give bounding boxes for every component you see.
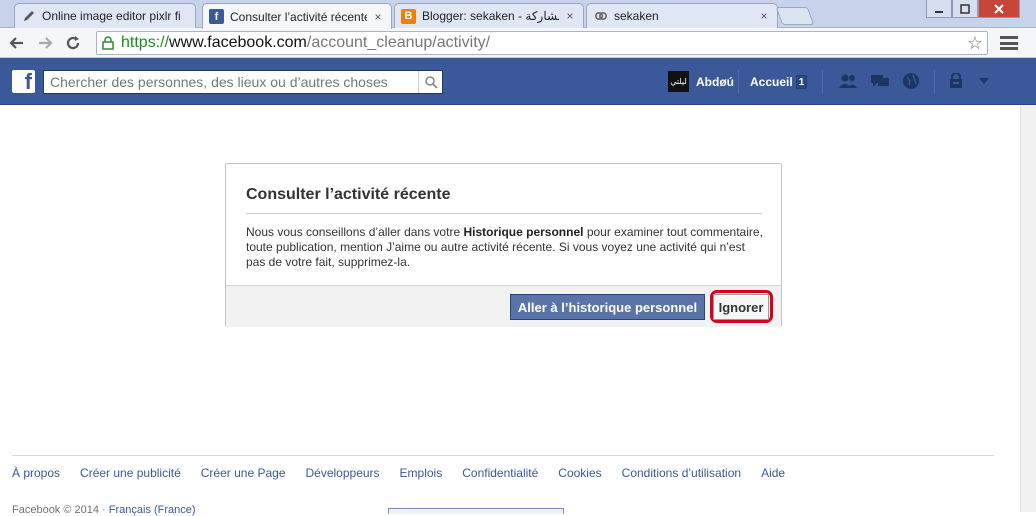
tab-title: Online image editor pixlr fi bbox=[42, 9, 181, 23]
footer-link-cookies[interactable]: Cookies bbox=[558, 466, 601, 480]
page-scrollbar[interactable] bbox=[1020, 105, 1036, 512]
header-divider bbox=[934, 70, 935, 94]
url-path: /account_cleanup/activity/ bbox=[306, 34, 491, 51]
profile-name-link[interactable]: Abdøú bbox=[696, 75, 734, 89]
url-scheme: https:// bbox=[121, 34, 170, 51]
footer-link-privacy[interactable]: Confidentialité bbox=[462, 466, 538, 480]
tab-title: Consulter l’activité récente bbox=[230, 9, 367, 24]
browser-tab-facebook[interactable]: f Consulter l’activité récente × bbox=[202, 3, 392, 29]
chat-bar[interactable] bbox=[388, 508, 564, 514]
home-badge: 1 bbox=[796, 75, 807, 89]
close-tab-icon[interactable]: × bbox=[563, 9, 577, 23]
ignore-button[interactable]: Ignorer bbox=[713, 294, 769, 320]
footer-link-terms[interactable]: Conditions d’utilisation bbox=[622, 466, 741, 480]
close-window-icon[interactable] bbox=[978, 0, 1020, 18]
lock-icon bbox=[101, 35, 117, 51]
new-tab-button[interactable] bbox=[775, 7, 815, 25]
notifications-globe-icon[interactable] bbox=[901, 72, 921, 90]
facebook-logo[interactable]: f bbox=[12, 70, 35, 93]
facebook-icon: f bbox=[209, 9, 224, 24]
browser-tab-bar: Online image editor pixlr fi f Consulter… bbox=[0, 0, 1036, 29]
facebook-search bbox=[43, 70, 443, 94]
activity-log-mention: Historique personnel bbox=[463, 225, 584, 239]
messages-icon[interactable] bbox=[870, 72, 890, 90]
friend-requests-icon[interactable] bbox=[838, 72, 858, 90]
footer-link-developers[interactable]: Développeurs bbox=[306, 466, 380, 480]
footer-link-create-page[interactable]: Créer une Page bbox=[201, 466, 286, 480]
copyright: Facebook © 2014 · Français (France) bbox=[12, 504, 196, 516]
footer-links: À propos Créer une publicité Créer une P… bbox=[12, 466, 805, 480]
footer-divider bbox=[12, 455, 994, 456]
dialog-divider bbox=[246, 213, 762, 214]
browser-tab-blogger[interactable]: B Blogger: sekaken - مشاركة × bbox=[394, 3, 584, 28]
review-activity-dialog: Consulter l’activité récente Nous vous c… bbox=[225, 163, 782, 327]
pencil-icon bbox=[21, 9, 36, 24]
browser-tab-pixlr[interactable]: Online image editor pixlr fi bbox=[14, 3, 196, 28]
dialog-footer: Aller à l’historique personnel Ignorer bbox=[226, 285, 781, 327]
dialog-title: Consulter l’activité récente bbox=[246, 186, 451, 203]
footer-link-create-ad[interactable]: Créer une publicité bbox=[80, 466, 181, 480]
account-menu-chevron-down-icon[interactable] bbox=[974, 72, 994, 90]
dialog-body: Nous vous conseillons d’aller dans votre… bbox=[246, 225, 766, 270]
body-text: Nous vous conseillons d’aller dans votre bbox=[246, 225, 464, 239]
back-arrow-icon[interactable] bbox=[6, 32, 28, 54]
forward-arrow-icon[interactable] bbox=[34, 32, 56, 54]
header-divider bbox=[738, 70, 739, 94]
facebook-header: f ليلتي Abdøú Accueil 1 bbox=[0, 58, 1036, 105]
close-tab-icon[interactable]: × bbox=[757, 9, 771, 23]
tab-title: sekaken bbox=[614, 9, 659, 23]
minimize-icon[interactable] bbox=[926, 0, 952, 18]
home-link[interactable]: Accueil bbox=[750, 75, 793, 89]
close-tab-icon[interactable]: × bbox=[371, 10, 385, 24]
go-to-activity-log-button[interactable]: Aller à l’historique personnel bbox=[510, 294, 705, 320]
browser-toolbar: https://www.facebook.com/account_cleanup… bbox=[0, 28, 1036, 58]
language-link[interactable]: Français (France) bbox=[109, 504, 196, 516]
browser-menu-icon[interactable] bbox=[998, 33, 1020, 53]
copyright-text: Facebook © 2014 · bbox=[12, 504, 109, 516]
reload-icon[interactable] bbox=[62, 32, 84, 54]
window-controls bbox=[926, 0, 1020, 18]
tab-title: Blogger: sekaken - مشاركة bbox=[422, 9, 559, 23]
bookmark-star-icon[interactable]: ☆ bbox=[967, 33, 983, 54]
search-input[interactable] bbox=[44, 71, 418, 93]
url-host: www.facebook.com bbox=[169, 34, 307, 51]
search-icon[interactable] bbox=[418, 71, 442, 93]
footer-link-careers[interactable]: Emplois bbox=[400, 466, 443, 480]
footer-link-about[interactable]: À propos bbox=[12, 466, 60, 480]
header-divider bbox=[822, 70, 823, 94]
maximize-icon[interactable] bbox=[952, 0, 978, 18]
footer-link-help[interactable]: Aide bbox=[761, 466, 785, 480]
link-icon bbox=[593, 9, 608, 24]
blogger-icon: B bbox=[401, 8, 416, 24]
browser-tab-sekaken[interactable]: sekaken × bbox=[586, 3, 778, 28]
privacy-lock-icon[interactable] bbox=[946, 72, 966, 90]
address-bar[interactable]: https://www.facebook.com/account_cleanup… bbox=[96, 31, 988, 55]
avatar[interactable]: ليلتي bbox=[668, 71, 689, 92]
